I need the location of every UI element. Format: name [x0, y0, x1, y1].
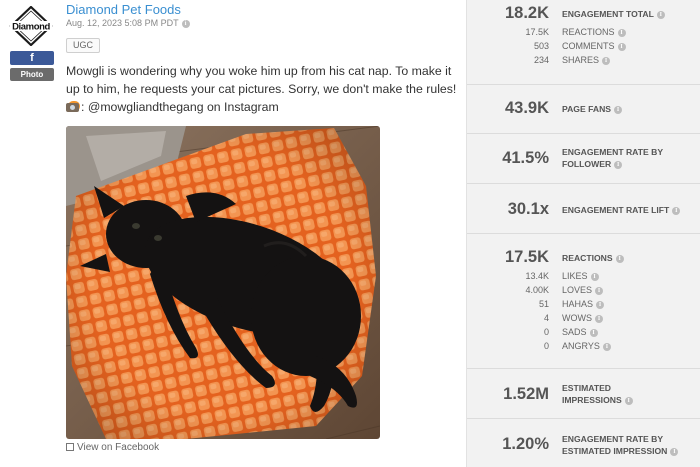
- reaction-value: 51: [538, 299, 549, 309]
- engagement-rate-impression-value: 1.20%: [502, 435, 549, 453]
- info-icon[interactable]: i: [614, 160, 623, 169]
- reaction-row: 0 ANGRYS i: [467, 341, 700, 355]
- view-on-facebook-text: View on Facebook: [77, 442, 160, 453]
- engagement-total-label: ENGAGEMENT TOTAL i: [562, 8, 665, 20]
- breakdown-label: REACTIONS i: [562, 27, 626, 37]
- breakdown-value: 17.5K: [525, 27, 549, 37]
- info-icon[interactable]: i: [589, 328, 598, 337]
- reaction-label: WOWS i: [562, 313, 603, 323]
- breakdown-label: SHARES i: [562, 55, 611, 65]
- ugc-tag[interactable]: UGC: [66, 38, 100, 53]
- reactions-value: 17.5K: [504, 248, 549, 266]
- reaction-label: LOVES i: [562, 285, 604, 295]
- reaction-row: 4 WOWS i: [467, 313, 700, 327]
- reaction-label: SADS i: [562, 327, 598, 337]
- engagement-rate-follower-card: 41.5% ENGAGEMENT RATE BY FOLLOWER i: [467, 134, 700, 184]
- breakdown-row: 17.5K REACTIONS i: [467, 27, 700, 41]
- breakdown-label: COMMENTS i: [562, 41, 626, 51]
- photo-credit: : @mowgliandthegang on Instagram: [66, 100, 279, 114]
- estimated-impressions-value: 1.52M: [503, 385, 549, 403]
- info-icon[interactable]: i: [602, 342, 611, 351]
- info-icon[interactable]: i: [590, 272, 599, 281]
- post-date-text: Aug. 12, 2023 5:08 PM PDT: [66, 18, 179, 28]
- facebook-network-badge: f: [10, 51, 54, 65]
- info-icon[interactable]: i: [672, 206, 681, 215]
- engagement-rate-impression-card: 1.20% ENGAGEMENT RATE BY ESTIMATED IMPRES…: [467, 419, 700, 467]
- camera-emoji-icon: [66, 103, 79, 112]
- post-date: Aug. 12, 2023 5:08 PM PDT i: [66, 18, 190, 28]
- page-fans-label: PAGE FANS i: [562, 103, 623, 115]
- reactions-card: 17.5K REACTIONS i 13.4K LIKES i 4.00K LOVE…: [467, 234, 700, 369]
- engagement-rate-lift-card: 30.1x ENGAGEMENT RATE LIFT i: [467, 184, 700, 234]
- estimated-impressions-card: 1.52M ESTIMATED IMPRESSIONS i: [467, 369, 700, 419]
- reaction-value: 4: [543, 313, 549, 323]
- engagement-rate-follower-value: 41.5%: [502, 149, 549, 167]
- reaction-row: 4.00K LOVES i: [467, 285, 700, 299]
- info-icon[interactable]: i: [624, 396, 633, 405]
- engagement-total-value: 18.2K: [504, 4, 549, 22]
- info-icon[interactable]: i: [595, 286, 604, 295]
- post-panel: Diamond f Photo Diamond Pet Foods Aug. 1…: [0, 0, 466, 467]
- reaction-row: 0 SADS i: [467, 327, 700, 341]
- reactions-label: REACTIONS i: [562, 252, 624, 264]
- reaction-label: ANGRYS i: [562, 341, 611, 351]
- breakdown-row: 503 COMMENTS i: [467, 41, 700, 55]
- credit-text: : @mowgliandthegang on Instagram: [81, 100, 279, 114]
- caption-text: Mowgli is wondering why you woke him up …: [66, 64, 457, 96]
- reaction-value: 0: [543, 341, 549, 351]
- page-fans-value: 43.9K: [504, 99, 549, 117]
- info-icon[interactable]: i: [602, 56, 611, 65]
- info-icon[interactable]: i: [670, 447, 679, 456]
- page-name-link[interactable]: Diamond Pet Foods: [66, 2, 181, 17]
- breakdown-value: 234: [533, 55, 549, 65]
- engagement-rate-impression-label: ENGAGEMENT RATE BY ESTIMATED IMPRESSION i: [562, 433, 679, 457]
- info-icon[interactable]: i: [595, 314, 603, 323]
- info-icon[interactable]: i: [181, 19, 190, 28]
- view-on-facebook-link[interactable]: View on Facebook: [66, 442, 159, 453]
- reaction-value: 13.4K: [525, 271, 549, 281]
- info-icon[interactable]: i: [596, 300, 605, 309]
- info-icon[interactable]: i: [656, 10, 665, 19]
- post-photo[interactable]: [66, 126, 380, 439]
- info-icon[interactable]: i: [614, 105, 623, 114]
- reaction-label: HAHAS i: [562, 299, 605, 309]
- diamond-logo: Diamond: [9, 5, 53, 47]
- svg-text:Diamond: Diamond: [12, 22, 50, 33]
- engagement-rate-lift-value: 30.1x: [507, 200, 549, 218]
- reaction-row: 51 HAHAS i: [467, 299, 700, 313]
- breakdown-row: 234 SHARES i: [467, 55, 700, 69]
- post-type-badge: Photo: [10, 68, 54, 81]
- engagement-rate-lift-label: ENGAGEMENT RATE LIFT i: [562, 204, 681, 216]
- external-link-icon: [66, 443, 74, 451]
- reaction-value: 4.00K: [525, 285, 549, 295]
- info-icon[interactable]: i: [617, 42, 626, 51]
- reaction-row: 13.4K LIKES i: [467, 271, 700, 285]
- estimated-impressions-label: ESTIMATED IMPRESSIONS i: [562, 382, 633, 406]
- info-icon[interactable]: i: [615, 254, 624, 263]
- metrics-panel: 18.2K ENGAGEMENT TOTAL i 17.5K REACTIONS i…: [466, 0, 700, 467]
- engagement-total-card: 18.2K ENGAGEMENT TOTAL i 17.5K REACTIONS i…: [467, 0, 700, 85]
- reaction-value: 0: [543, 327, 549, 337]
- reaction-label: LIKES i: [562, 271, 599, 281]
- engagement-rate-follower-label: ENGAGEMENT RATE BY FOLLOWER i: [562, 147, 664, 169]
- page-fans-card: 43.9K PAGE FANS i: [467, 85, 700, 134]
- info-icon[interactable]: i: [617, 28, 626, 37]
- breakdown-value: 503: [533, 41, 549, 51]
